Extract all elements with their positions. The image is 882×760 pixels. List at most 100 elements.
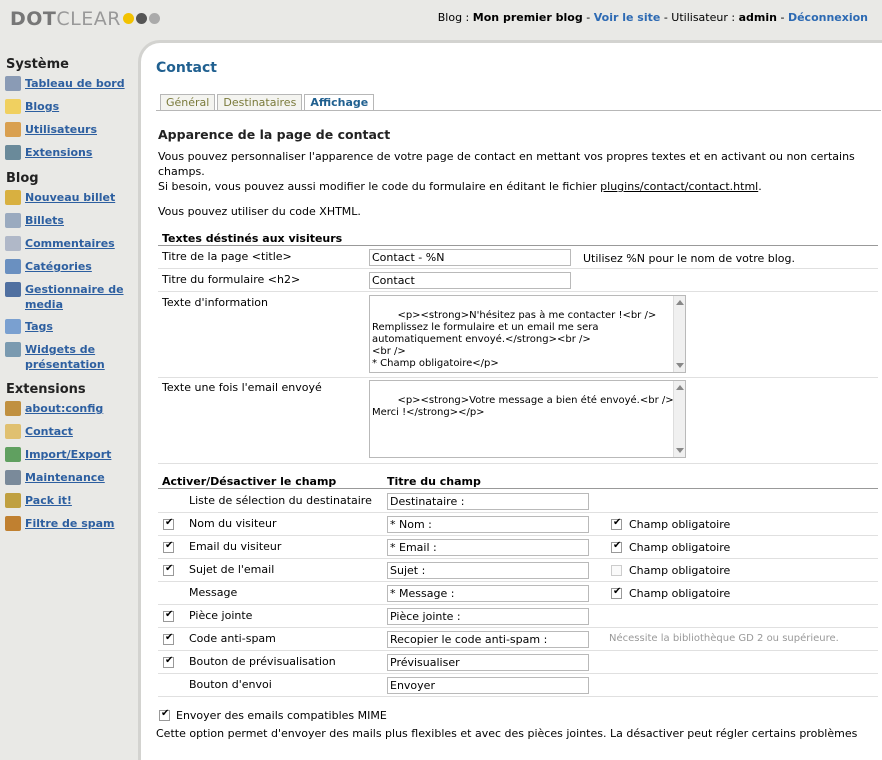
sidebar-item-tags[interactable]: Tags: [0, 319, 140, 335]
send-button-label: Bouton d'envoi: [189, 678, 272, 691]
widgets-icon: [5, 342, 21, 357]
sidebar-item-label[interactable]: Maintenance: [25, 471, 105, 484]
visitor-name-required-label: Champ obligatoire: [629, 518, 731, 531]
sidebar-item-label[interactable]: Billets: [25, 214, 64, 227]
blog-name: Mon premier blog: [472, 11, 583, 24]
sidebar-item-posts[interactable]: Billets: [0, 213, 140, 229]
anti-spam-title-input[interactable]: Recopier le code anti-spam :: [387, 631, 589, 648]
sent-text-scrollbar[interactable]: [673, 381, 685, 457]
sidebar-item-blogs[interactable]: Blogs: [0, 99, 140, 115]
sidebar-item-spam-filter[interactable]: Filtre de spam: [0, 516, 140, 532]
field-row-message: Message * Message : Champ obligatoire: [158, 582, 878, 605]
info-text-row: Texte d'information <p><strong>N'hésitez…: [158, 293, 878, 378]
sidebar-item-label[interactable]: Blogs: [25, 100, 59, 113]
dotclear-logo[interactable]: DOTCLEAR: [10, 8, 121, 30]
scroll-down-icon[interactable]: [676, 448, 684, 453]
view-site-link[interactable]: Voir le site: [594, 11, 661, 24]
visitor-email-required-checkbox[interactable]: [611, 540, 622, 553]
tab-display[interactable]: Affichage: [304, 94, 375, 111]
email-subject-label: Sujet de l'email: [189, 563, 275, 576]
field-row-email-subject: Sujet de l'email Sujet : Champ obligatoire: [158, 559, 878, 582]
sidebar-item-dashboard[interactable]: Tableau de bord: [0, 76, 140, 92]
preview-button-title-input[interactable]: Prévisualiser: [387, 654, 589, 671]
sidebar-item-comments[interactable]: Commentaires: [0, 236, 140, 252]
message-required-label: Champ obligatoire: [629, 587, 731, 600]
form-title-input[interactable]: Contact: [369, 272, 571, 289]
sidebar-item-pack[interactable]: Pack it!: [0, 493, 140, 509]
sidebar-item-new-post[interactable]: Nouveau billet: [0, 190, 140, 206]
sidebar-item-label[interactable]: about:config: [25, 402, 103, 415]
anti-spam-toggle-checkbox[interactable]: [163, 632, 174, 645]
sidebar-item-label[interactable]: Filtre de spam: [25, 517, 115, 530]
sidebar-item-contact[interactable]: Contact: [0, 424, 140, 440]
visitor-email-label: Email du visiteur: [189, 540, 282, 553]
tab-divider: [156, 110, 881, 111]
sidebar-item-label[interactable]: Tableau de bord: [25, 77, 125, 90]
sidebar-item-label[interactable]: Contact: [25, 425, 73, 438]
sidebar-item-label[interactable]: Commentaires: [25, 237, 115, 250]
visitor-name-required-checkbox[interactable]: [611, 517, 622, 530]
info-text-scrollbar[interactable]: [673, 296, 685, 372]
attachment-title-input[interactable]: Pièce jointe :: [387, 608, 589, 625]
visitor-email-title-input[interactable]: * Email :: [387, 539, 589, 556]
tab-general[interactable]: Général: [160, 94, 216, 110]
email-subject-title-input[interactable]: Sujet :: [387, 562, 589, 579]
spam-filter-icon: [5, 516, 21, 531]
attachment-toggle-checkbox[interactable]: [163, 609, 174, 622]
mime-description: Cette option permet d'envoyer des mails …: [156, 727, 858, 740]
mime-label: Envoyer des emails compatibles MIME: [176, 709, 387, 722]
visitor-email-toggle-checkbox[interactable]: [163, 540, 174, 553]
section-title: Apparence de la page de contact: [158, 127, 391, 142]
visitor-name-label: Nom du visiteur: [189, 517, 277, 530]
sidebar-item-categories[interactable]: Catégories: [0, 259, 140, 275]
sidebar-item-maintenance[interactable]: Maintenance: [0, 470, 140, 486]
visitor-texts-title: Textes déstinés aux visiteurs: [162, 232, 343, 245]
sidebar-item-label[interactable]: Extensions: [25, 146, 92, 159]
sidebar-item-label[interactable]: Import/Export: [25, 448, 111, 461]
visitor-name-toggle-checkbox[interactable]: [163, 517, 174, 530]
info-text-textarea[interactable]: <p><strong>N'hésitez pas à me contacter …: [369, 295, 686, 373]
sidebar-item-label[interactable]: Tags: [25, 320, 53, 333]
logout-link[interactable]: Déconnexion: [788, 11, 868, 24]
maintenance-icon: [5, 470, 21, 485]
page-title-input[interactable]: Contact - %N: [369, 249, 571, 266]
sent-text-value: <p><strong>Votre message a bien été envo…: [372, 395, 674, 418]
sidebar-item-label[interactable]: Utilisateurs: [25, 123, 97, 136]
email-subject-required-label: Champ obligatoire: [629, 564, 731, 577]
sidebar-item-label[interactable]: Widgets de présentation: [25, 343, 105, 371]
intro-text-1: Vous pouvez personnaliser l'apparence de…: [158, 150, 855, 178]
sidebar-item-label[interactable]: Pack it!: [25, 494, 72, 507]
sidebar-item-config[interactable]: about:config: [0, 401, 140, 417]
logo-dot-dark: [136, 13, 147, 24]
visitor-name-title-input[interactable]: * Nom :: [387, 516, 589, 533]
sidebar-item-plugins[interactable]: Extensions: [0, 145, 140, 161]
user-label: Utilisateur :: [671, 11, 736, 24]
message-required-checkbox[interactable]: [611, 586, 622, 599]
scroll-up-icon[interactable]: [676, 300, 684, 305]
email-subject-toggle-checkbox[interactable]: [163, 563, 174, 576]
sidebar-item-import-export[interactable]: Import/Export: [0, 447, 140, 463]
send-button-title-input[interactable]: Envoyer: [387, 677, 589, 694]
tab-general-label[interactable]: Général: [166, 96, 209, 109]
sidebar-item-label[interactable]: Catégories: [25, 260, 92, 273]
sidebar-item-media[interactable]: Gestionnaire de media: [0, 282, 140, 312]
scroll-down-icon[interactable]: [676, 363, 684, 368]
mime-checkbox[interactable]: [159, 708, 170, 721]
intro-text-3: Vous pouvez utiliser du code XHTML.: [158, 205, 361, 218]
form-title-label: Titre du formulaire <h2>: [162, 273, 301, 286]
intro-text-2-suffix: .: [758, 180, 762, 193]
scroll-up-icon[interactable]: [676, 385, 684, 390]
message-title-input[interactable]: * Message :: [387, 585, 589, 602]
sidebar-item-widgets[interactable]: Widgets de présentation: [0, 342, 140, 372]
sidebar-item-label[interactable]: Gestionnaire de media: [25, 283, 124, 311]
tab-recipients[interactable]: Destinataires: [217, 94, 303, 110]
sidebar-item-label[interactable]: Nouveau billet: [25, 191, 115, 204]
sent-text-textarea[interactable]: <p><strong>Votre message a bien été envo…: [369, 380, 686, 458]
field-row-send-button: Bouton d'envoi Envoyer: [158, 674, 878, 697]
recipient-list-title-input[interactable]: Destinataire :: [387, 493, 589, 510]
sidebar-item-users[interactable]: Utilisateurs: [0, 122, 140, 138]
field-row-preview-button: Bouton de prévisualisation Prévisualiser: [158, 651, 878, 674]
preview-button-toggle-checkbox[interactable]: [163, 655, 174, 668]
template-file-link[interactable]: plugins/contact/contact.html: [600, 180, 758, 193]
tab-recipients-label[interactable]: Destinataires: [223, 96, 296, 109]
